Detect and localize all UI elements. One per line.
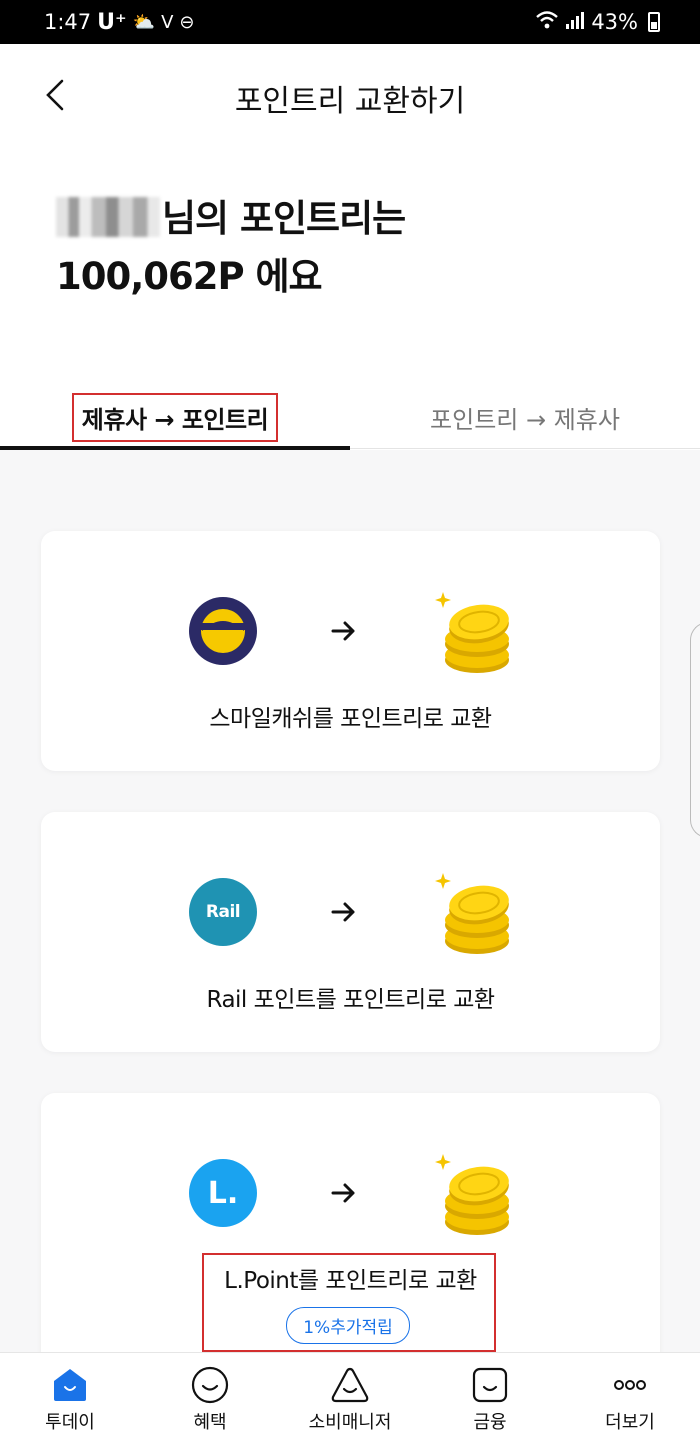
- tab-pointree-to-partner[interactable]: 포인트리 → 제휴사: [350, 385, 700, 449]
- page-title: 포인트리 교환하기: [234, 84, 466, 119]
- pointree-coins-icon: [435, 592, 509, 673]
- rail-logo-text: Rail: [205, 902, 241, 922]
- lpoint-logo-icon: L.: [189, 1159, 257, 1227]
- card-label: Rail 포인트를 포인트리로 교환: [206, 987, 495, 1013]
- nav-item-more[interactable]: 더보기: [560, 1353, 700, 1435]
- pointree-coins-icon: [435, 1154, 509, 1235]
- lpoint-logo-text: L.: [207, 1175, 239, 1211]
- nav-item-spending-manager[interactable]: 소비매니저: [280, 1353, 420, 1435]
- battery-percent: 43%: [591, 10, 638, 34]
- exchange-card-smilecash[interactable]: 스마일캐쉬를 포인트리로 교환: [41, 531, 660, 771]
- triangle-smile-icon: [331, 1367, 369, 1403]
- nav-label: 소비매니저: [308, 1412, 392, 1433]
- weather-icon: ⛅: [132, 11, 156, 33]
- lpoint-highlight-box: [202, 1253, 496, 1352]
- summary-line-1-text: 님의 포인트리는: [162, 197, 406, 240]
- wallet-icon: [472, 1367, 508, 1403]
- app-header: 포인트리 교환하기: [0, 44, 700, 149]
- summary-line-1: 님의 포인트리는: [56, 190, 656, 248]
- status-bar: 1:47 U⁺ ⛅ ᐯ ⊖ 43%: [0, 0, 700, 44]
- more-icon: [614, 1380, 646, 1390]
- edge-panel-handle[interactable]: [690, 622, 700, 838]
- exchange-card-list: 스마일캐쉬를 포인트리로 교환 Rail Rail 포인트를 포인트리로 교환: [0, 450, 700, 1352]
- point-balance: 100,062P 에요: [56, 255, 323, 298]
- tab-partner-to-pointree[interactable]: 제휴사 → 포인트리: [0, 385, 350, 450]
- signal-icon: [565, 10, 585, 35]
- arrow-right-icon: [331, 902, 355, 922]
- smile-icon: [191, 1366, 229, 1404]
- smile-cash-logo-icon: [189, 597, 257, 665]
- arrow-right-icon: [331, 621, 355, 641]
- point-summary: 님의 포인트리는 100,062P 에요: [56, 190, 656, 306]
- status-time: 1:47: [44, 10, 92, 34]
- nav-label: 혜택: [193, 1412, 227, 1433]
- nav-item-finance[interactable]: 금융: [420, 1353, 560, 1435]
- tab-label: 포인트리 → 제휴사: [430, 405, 620, 434]
- exchange-card-rail[interactable]: Rail Rail 포인트를 포인트리로 교환: [41, 812, 660, 1052]
- nav-label: 금융: [473, 1412, 507, 1433]
- home-icon: [54, 1369, 86, 1401]
- dnd-icon: ⊖: [179, 11, 195, 33]
- masked-username: [56, 197, 160, 237]
- card-label: 스마일캐쉬를 포인트리로 교환: [209, 706, 492, 732]
- nav-label: 더보기: [605, 1412, 655, 1433]
- exchange-tabs: 제휴사 → 포인트리 포인트리 → 제휴사: [0, 385, 700, 450]
- wifi-icon: [535, 10, 559, 35]
- carrier-label: U⁺: [97, 9, 127, 35]
- volte-icon: ᐯ: [161, 11, 174, 33]
- pointree-coins-icon: [435, 873, 509, 954]
- nav-item-benefits[interactable]: 혜택: [140, 1353, 280, 1435]
- nav-label: 투데이: [45, 1412, 95, 1433]
- bottom-navigation: 투데이 혜택 소비매니저 금융 더보기: [0, 1352, 700, 1435]
- arrow-right-icon: [331, 1183, 355, 1203]
- nav-item-today[interactable]: 투데이: [0, 1353, 140, 1435]
- tab-label: 제휴사 → 포인트리: [71, 392, 279, 442]
- rail-point-logo-icon: Rail: [189, 878, 257, 946]
- battery-icon: [648, 12, 660, 32]
